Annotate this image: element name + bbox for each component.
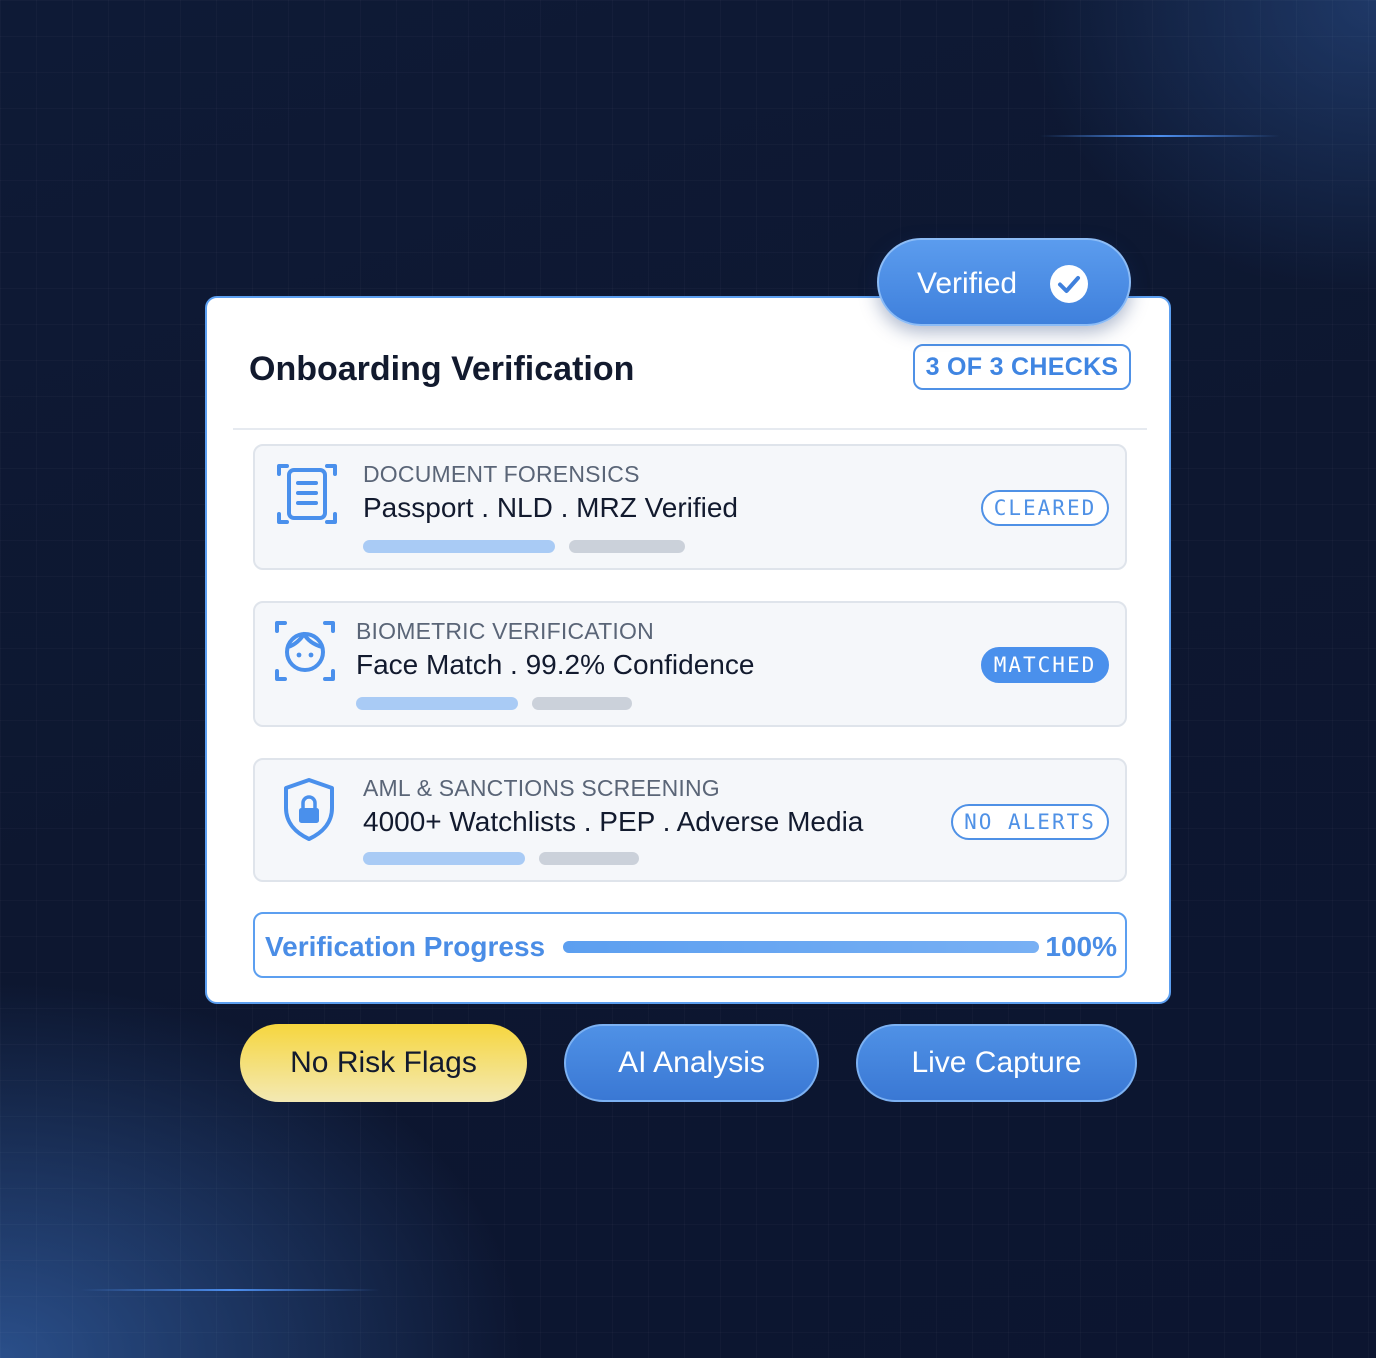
check-category: AML & SANCTIONS SCREENING xyxy=(363,775,720,801)
verified-label: Verified xyxy=(917,267,1018,300)
check-circle-icon xyxy=(1050,265,1088,303)
check-row-biometric-verification[interactable]: BIOMETRIC VERIFICATION Face Match . 99.2… xyxy=(253,601,1127,727)
verification-card: Onboarding Verification 3 OF 3 CHECKS DO… xyxy=(205,296,1171,1004)
progress-label: Verification Progress xyxy=(265,931,546,962)
ai-analysis-chip[interactable]: AI Analysis xyxy=(564,1024,819,1102)
check-title: Passport . NLD . MRZ Verified xyxy=(363,492,739,523)
check-title: Face Match . 99.2% Confidence xyxy=(356,649,755,680)
shield-lock-icon xyxy=(284,778,334,841)
decorative-streak xyxy=(1040,135,1280,137)
progress-percent: 100% xyxy=(1045,931,1117,962)
skeleton-bar xyxy=(569,540,685,553)
check-category: BIOMETRIC VERIFICATION xyxy=(356,618,654,644)
progress-bar-fill xyxy=(563,941,1039,953)
check-title: 4000+ Watchlists . PEP . Adverse Media xyxy=(363,806,864,837)
skeleton-bar xyxy=(356,697,518,710)
no-risk-flags-chip[interactable]: No Risk Flags xyxy=(240,1024,527,1102)
status-badge-cleared: CLEARED xyxy=(981,490,1109,526)
document-scan-icon xyxy=(277,464,337,524)
skeleton-bar xyxy=(363,852,525,865)
check-row-aml-sanctions[interactable]: AML & SANCTIONS SCREENING 4000+ Watchlis… xyxy=(253,758,1127,882)
live-capture-chip[interactable]: Live Capture xyxy=(856,1024,1137,1102)
status-badge-matched: MATCHED xyxy=(981,647,1109,683)
status-badge-no-alerts: NO ALERTS xyxy=(951,804,1109,840)
verification-progress: Verification Progress 100% xyxy=(253,912,1127,978)
check-category: DOCUMENT FORENSICS xyxy=(363,461,640,487)
checks-count-badge: 3 OF 3 CHECKS xyxy=(913,344,1131,390)
divider xyxy=(233,428,1147,430)
face-scan-icon xyxy=(275,621,335,681)
decorative-streak xyxy=(80,1289,380,1291)
skeleton-bar xyxy=(532,697,632,710)
progress-bar-track xyxy=(563,941,1039,953)
check-row-document-forensics[interactable]: DOCUMENT FORENSICS Passport . NLD . MRZ … xyxy=(253,444,1127,570)
card-title: Onboarding Verification xyxy=(249,350,635,388)
verified-badge: Verified xyxy=(877,238,1131,326)
skeleton-bar xyxy=(539,852,639,865)
skeleton-bar xyxy=(363,540,555,553)
